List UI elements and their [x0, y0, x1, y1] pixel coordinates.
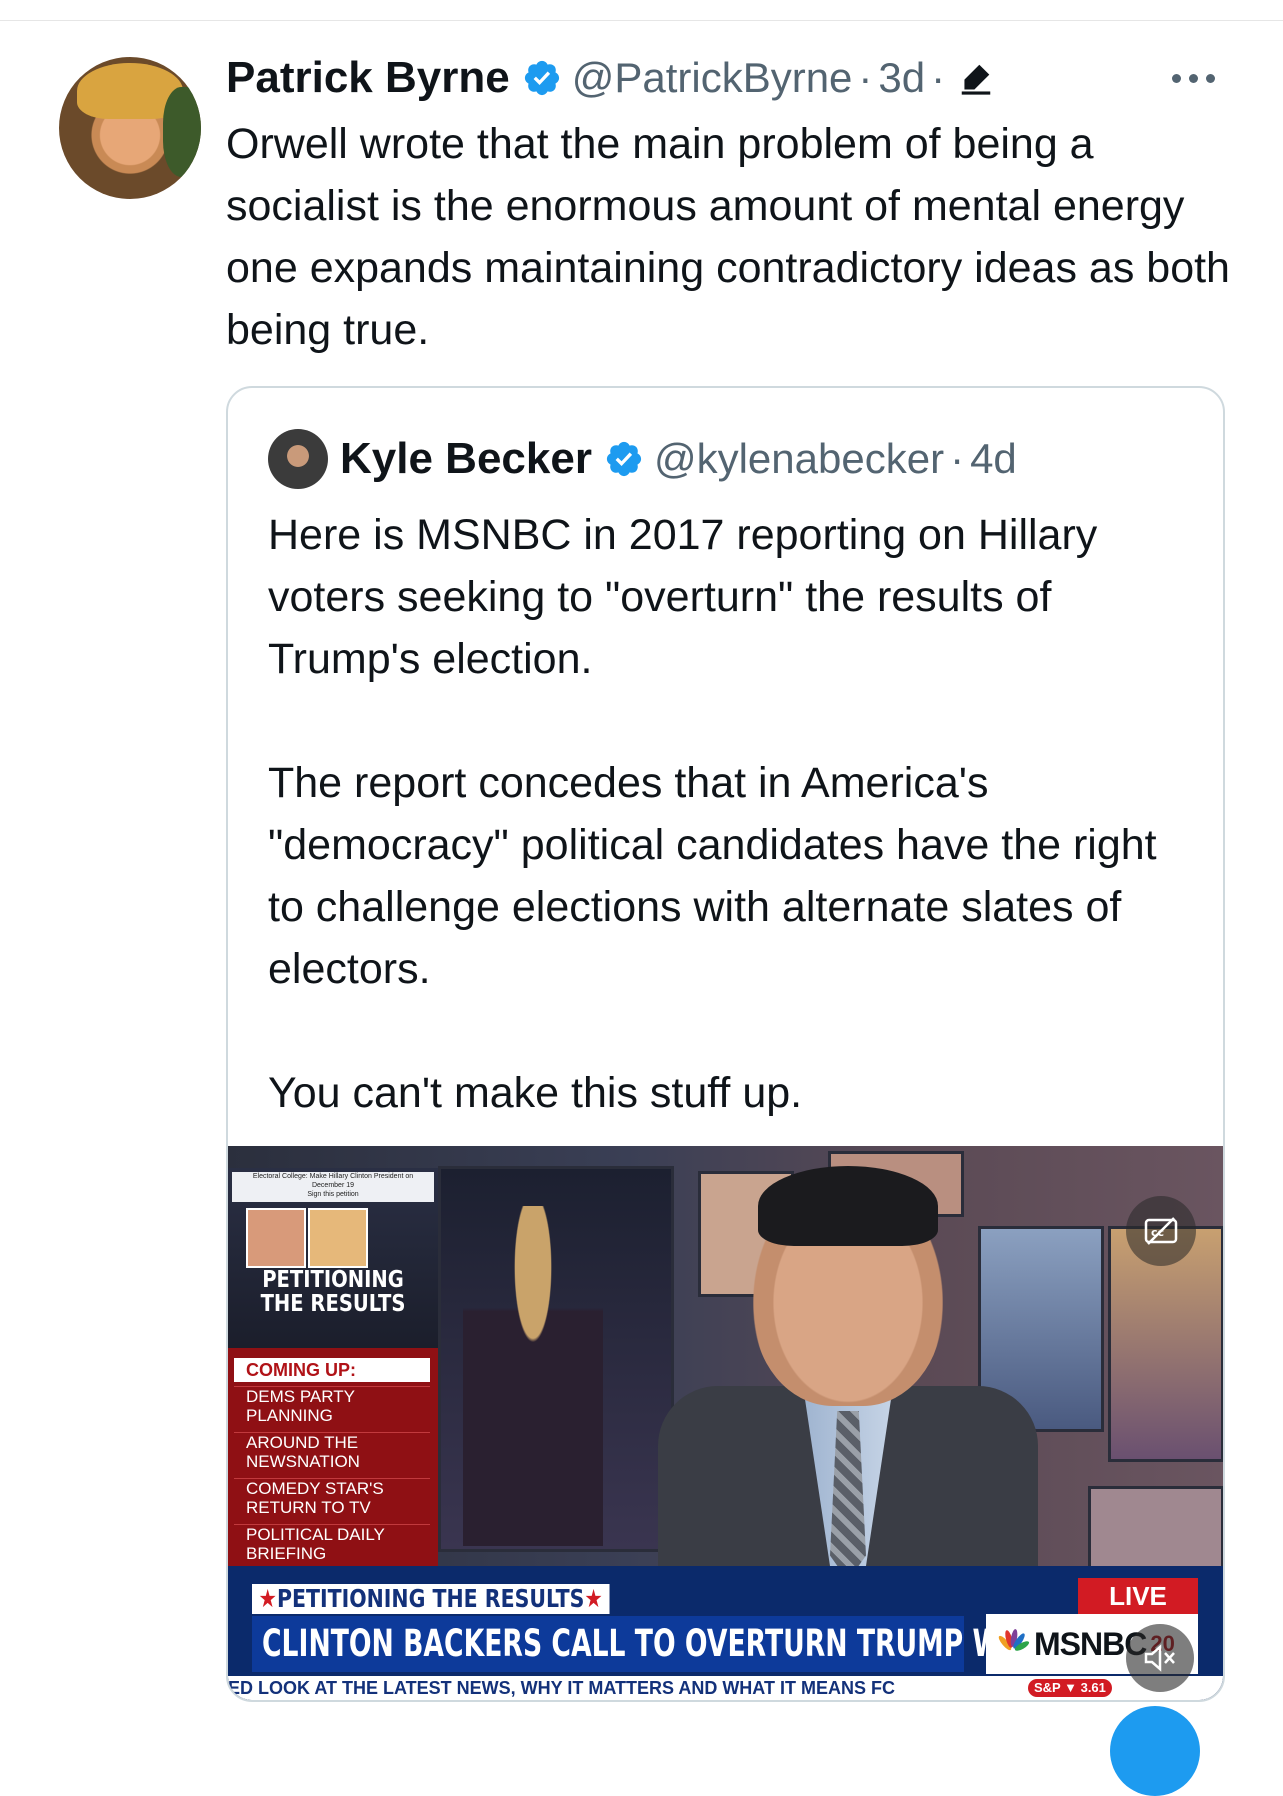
market-value: 3.61 [1080, 1680, 1106, 1695]
kicker-label: ★PETITIONING THE RESULTS★ [252, 1584, 610, 1614]
tweet-header: Patrick Byrne @PatrickByrne · 3d · [226, 48, 995, 108]
more-dot [1206, 73, 1215, 83]
more-dot [1189, 73, 1198, 83]
quoted-tweet-card[interactable]: Kyle Becker @kylenabecker · 4d Here is M… [226, 386, 1225, 1702]
thumbnail-header-line: Electoral College: Make Hillary Clinton … [252, 1173, 414, 1180]
quoted-tweet-text: Here is MSNBC in 2017 reporting on Hilla… [268, 504, 1188, 1124]
thumbnail-header-line: December 19 [311, 1182, 355, 1189]
quoted-paragraph: The report concedes that in America's "d… [268, 759, 1157, 993]
sidebar-item-line: COMEDY STAR'S [246, 1479, 384, 1498]
anchor-hair [758, 1166, 938, 1246]
thumbnail-portrait [246, 1208, 306, 1268]
thumbnail-header-line: Sign this petition [307, 1191, 359, 1198]
verified-badge-icon[interactable] [604, 439, 644, 479]
quoted-paragraph: Here is MSNBC in 2017 reporting on Hilla… [268, 511, 1098, 683]
verified-badge-icon[interactable] [522, 58, 562, 98]
more-options-icon[interactable] [1172, 66, 1222, 90]
kicker-star: ★ [584, 1584, 603, 1613]
avatar-background-trees [163, 87, 201, 177]
volume-muted-icon[interactable] [1126, 1624, 1194, 1692]
quoted-author-handle[interactable]: @kylenabecker [654, 435, 944, 483]
studio-screen [1088, 1486, 1223, 1572]
svg-text:cc: cc [1151, 1226, 1164, 1239]
sidebar-item-line: POLITICAL DAILY [246, 1525, 385, 1544]
thumbnail-portrait [308, 1208, 368, 1268]
tweet-text: Orwell wrote that the main problem of be… [226, 120, 1230, 354]
broadcast-sidebar: Electoral College: Make Hillary Clinton … [228, 1168, 438, 1588]
edit-pencil-icon[interactable] [957, 59, 995, 97]
kicker-star: ★ [258, 1584, 277, 1613]
sidebar-item: COMEDY STAR'S RETURN TO TV [234, 1478, 430, 1517]
author-name[interactable]: Patrick Byrne [226, 53, 510, 103]
chyron-headline: CLINTON BACKERS CALL TO OVERTURN TRUMP W… [262, 1622, 1035, 1665]
separator-dot: · [950, 435, 965, 482]
sidebar-item-line: RETURN TO TV [246, 1498, 371, 1517]
video-player[interactable]: Electoral College: Make Hillary Clinton … [228, 1146, 1223, 1700]
author-avatar[interactable] [59, 57, 201, 199]
author-handle[interactable]: @PatrickByrne [572, 54, 853, 102]
segment-thumbnail: Electoral College: Make Hillary Clinton … [228, 1168, 438, 1348]
thumbnail-title-line: THE RESULTS [260, 1291, 406, 1317]
sidebar-item-line: AROUND THE [246, 1433, 359, 1452]
sidebar-item: AROUND THE NEWSNATION [234, 1432, 430, 1471]
compose-fab[interactable] [1110, 1706, 1200, 1796]
thumbnail-title-line: PETITIONING [262, 1267, 404, 1293]
sidebar-item-line: PLANNING [246, 1406, 333, 1425]
sidebar-item: DEMS PARTY PLANNING [234, 1386, 430, 1425]
sidebar-item: POLITICAL DAILY BRIEFING [234, 1524, 430, 1563]
quoted-tweet-header: Kyle Becker @kylenabecker · 4d [340, 426, 1017, 492]
tweet-age[interactable]: 3d [878, 54, 925, 102]
market-badge: S&P ▼ 3.61 [1028, 1679, 1112, 1697]
kicker-text: PETITIONING THE RESULTS [276, 1584, 585, 1613]
sidebar-item-line: NEWSNATION [246, 1452, 360, 1471]
sidebar-item-line: DEMS PARTY [246, 1387, 355, 1406]
live-badge: LIVE [1078, 1578, 1198, 1614]
thumbnail-title: PETITIONING THE RESULTS [244, 1268, 423, 1316]
more-dot [1172, 73, 1181, 83]
sidebar-item-line: BRIEFING [246, 1544, 327, 1563]
closed-captions-icon[interactable]: cc [1126, 1196, 1196, 1266]
quoted-author-name[interactable]: Kyle Becker [340, 434, 592, 484]
separator-dot: · [858, 54, 873, 101]
top-divider [0, 20, 1283, 21]
peacock-icon [998, 1629, 1030, 1651]
thumbnail-header: Electoral College: Make Hillary Clinton … [232, 1172, 434, 1202]
quoted-paragraph: You can't make this stuff up. [268, 1069, 803, 1117]
quoted-tweet-age[interactable]: 4d [970, 435, 1017, 483]
coming-up-label: COMING UP: [234, 1358, 430, 1382]
separator-dot: · [931, 54, 946, 101]
market-label: S&P [1034, 1680, 1061, 1695]
ticker-text: ED LOOK AT THE LATEST NEWS, WHY IT MATTE… [228, 1678, 895, 1698]
screen-figure [463, 1206, 603, 1546]
quoted-author-avatar[interactable] [268, 429, 328, 489]
